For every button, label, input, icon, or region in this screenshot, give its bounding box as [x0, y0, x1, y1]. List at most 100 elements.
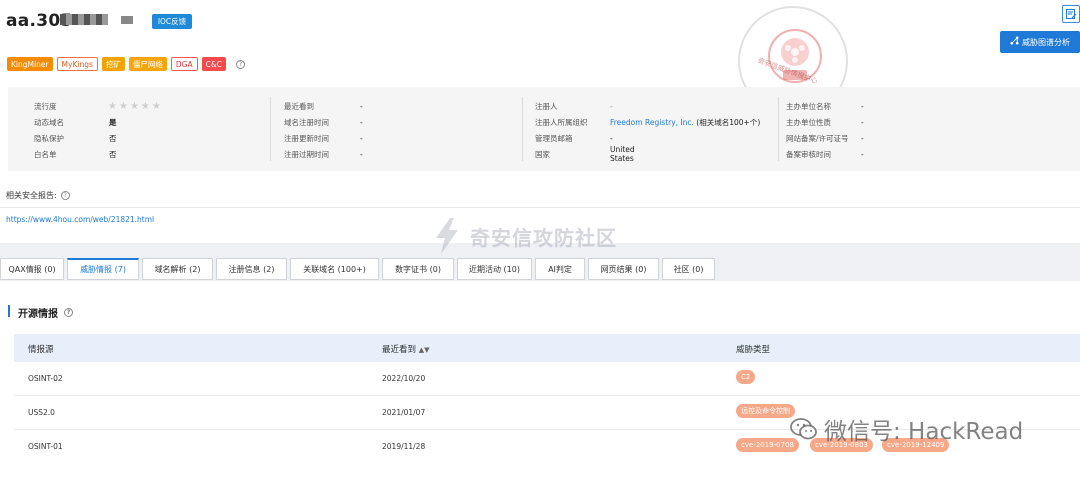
- info-column-icp: 主办单位名称 - 主办单位性质 - 网站备案/许可证号 - 备案审核时间 -: [786, 98, 864, 162]
- info-key-whitelist: 白名单: [34, 149, 57, 159]
- wechat-watermark-text: 微信号: HackRead: [824, 419, 1024, 445]
- info-value-sponsor-name: -: [861, 101, 864, 111]
- row-last-seen: 2021/01/07: [382, 408, 426, 417]
- info-key-registrant: 注册人: [535, 101, 558, 111]
- tab-registration-info[interactable]: 注册信息 (2): [216, 258, 287, 280]
- info-value-whitelist: 否: [109, 149, 117, 159]
- security-report-title: 相关安全报告:: [6, 191, 57, 200]
- threat-graph-analysis-label: 威胁图谱分析: [1022, 37, 1070, 47]
- threat-graph-analysis-button[interactable]: 威胁图谱分析: [1000, 31, 1080, 53]
- divider: [0, 207, 1080, 208]
- tag-mykings[interactable]: MyKings: [56, 57, 98, 71]
- tag-mining[interactable]: 挖矿: [101, 57, 125, 71]
- info-key-admin-email: 管理员邮箱: [535, 133, 573, 143]
- tab-related-domains[interactable]: 关联域名 (100+): [290, 258, 379, 280]
- redacted-block: [60, 14, 108, 25]
- popularity-stars: ★ ★ ★ ★ ★: [108, 101, 161, 112]
- star-icon: ★: [140, 100, 150, 112]
- osint-title-text: 开源情报: [18, 309, 58, 320]
- column-divider: [778, 97, 779, 161]
- info-key-reg-time: 域名注册时间: [284, 117, 329, 127]
- info-key-popularity: 流行度: [34, 101, 57, 111]
- info-value-last-seen: -: [360, 101, 363, 111]
- domain-info-panel: 流行度 ★ ★ ★ ★ ★ 动态域名是 隐私保护否 白名单否 最近看到 - 域名注册时间 -…: [8, 87, 1080, 171]
- tab-ai-verdict[interactable]: AI判定: [535, 258, 585, 280]
- star-icon: ★: [151, 100, 161, 112]
- wechat-icon: [790, 418, 817, 440]
- row-source: USS2.0: [28, 408, 55, 417]
- help-icon[interactable]: ?: [235, 59, 245, 69]
- section-accent-bar: [8, 305, 10, 317]
- row-source: OSINT-02: [28, 374, 63, 383]
- related-domains-count: (相关域名100+个): [696, 117, 761, 127]
- threat-tags: KingMiner MyKings 挖矿 僵尸网络 DGA C&C ?: [7, 57, 245, 71]
- community-watermark: 奇安信攻防社区: [430, 216, 617, 256]
- info-value-registrant: -: [610, 101, 613, 111]
- osint-table-header: [14, 334, 1080, 362]
- info-value-sponsor-type: -: [861, 117, 864, 127]
- info-value-admin-email: -: [610, 133, 613, 143]
- info-value-reg-time: -: [360, 117, 363, 127]
- info-key-icp-review-time: 备案审核时间: [786, 149, 831, 159]
- info-column-basic: 流行度 ★ ★ ★ ★ ★ 动态域名是 隐私保护否 白名单否: [34, 98, 161, 162]
- star-icon: ★: [129, 100, 139, 112]
- sort-icon[interactable]: ▲▼: [419, 346, 430, 354]
- table-row: OSINT-02 2022/10/20 C2: [14, 362, 1080, 396]
- threat-type-pill[interactable]: C2: [736, 370, 756, 384]
- tab-dns-resolution[interactable]: 域名解析 (2): [142, 258, 213, 280]
- info-value-country: United States: [610, 145, 635, 163]
- column-header-threat-type: 威胁类型: [736, 345, 771, 355]
- info-key-dynamic-dns: 动态域名: [34, 117, 64, 127]
- info-key-sponsor-name: 主办单位名称: [786, 101, 831, 111]
- tag-kingminer[interactable]: KingMiner: [7, 57, 53, 71]
- report-edit-icon[interactable]: [1062, 5, 1080, 23]
- osint-title: 开源情报 ?: [18, 305, 73, 320]
- info-value-update-time: -: [360, 133, 363, 143]
- row-last-seen: 2022/10/20: [382, 374, 426, 383]
- row-source: OSINT-01: [28, 442, 63, 451]
- tag-dga[interactable]: DGA: [170, 57, 198, 71]
- redacted-block-small: [121, 16, 133, 24]
- registrant-org-link[interactable]: Freedom Registry, Inc.: [610, 118, 694, 127]
- tab-community[interactable]: 社区 (0): [662, 258, 715, 280]
- info-column-registrant: 注册人 - 注册人所属组织 Freedom Registry, Inc. (相关域名…: [535, 98, 760, 164]
- tab-threat-intel[interactable]: 威胁情报 (7): [67, 258, 139, 280]
- tab-web-results[interactable]: 网页结果 (0): [588, 258, 659, 280]
- info-key-country: 国家: [535, 149, 550, 159]
- star-icon: ★: [118, 100, 128, 112]
- community-watermark-text: 奇安信攻防社区: [470, 225, 617, 250]
- info-value-icp-license: -: [861, 133, 864, 143]
- column-divider: [270, 97, 271, 161]
- wechat-watermark: 微信号: HackRead: [790, 412, 1023, 446]
- info-value-icp-review-time: -: [861, 149, 864, 159]
- tag-cnc[interactable]: C&C: [201, 57, 226, 71]
- threat-type-pill[interactable]: 远控及命令控制: [736, 404, 795, 418]
- info-value-dynamic-dns: 是: [109, 117, 117, 127]
- info-key-privacy: 隐私保护: [34, 133, 64, 143]
- column-header-last-seen[interactable]: 最近看到 ▲▼: [382, 343, 430, 355]
- help-icon[interactable]: ?: [60, 191, 70, 200]
- info-key-update-time: 注册更新时间: [284, 133, 329, 143]
- ioc-feedback-button[interactable]: IOC反馈: [152, 14, 192, 29]
- row-last-seen: 2019/11/28: [382, 442, 426, 451]
- column-divider: [522, 97, 523, 161]
- info-key-icp-license: 网站备案/许可证号: [786, 133, 849, 143]
- info-key-sponsor-type: 主办单位性质: [786, 117, 831, 127]
- star-icon: ★: [108, 100, 117, 112]
- info-value-expire-time: -: [360, 149, 363, 159]
- security-report-label: 相关安全报告: ?: [6, 190, 70, 201]
- tab-certificates[interactable]: 数字证书 (0): [382, 258, 454, 280]
- column-header-source: 情报源: [28, 345, 54, 355]
- security-report-link[interactable]: https://www.4hou.com/web/21821.html: [6, 215, 154, 224]
- info-key-last-seen: 最近看到: [284, 101, 314, 111]
- info-value-privacy: 否: [109, 133, 117, 143]
- tag-botnet[interactable]: 僵尸网络: [128, 57, 167, 71]
- qianxin-logo-icon: [436, 218, 458, 254]
- info-key-expire-time: 注册过期时间: [284, 149, 329, 159]
- tab-recent-activity[interactable]: 近期活动 (10): [457, 258, 532, 280]
- info-column-registration: 最近看到 - 域名注册时间 - 注册更新时间 - 注册过期时间 -: [284, 98, 363, 162]
- info-key-registrant-org: 注册人所属组织: [535, 117, 588, 127]
- graph-icon: [1010, 36, 1019, 48]
- tab-qax-intel[interactable]: QAX情报 (0): [0, 258, 64, 280]
- help-icon[interactable]: ?: [64, 308, 73, 317]
